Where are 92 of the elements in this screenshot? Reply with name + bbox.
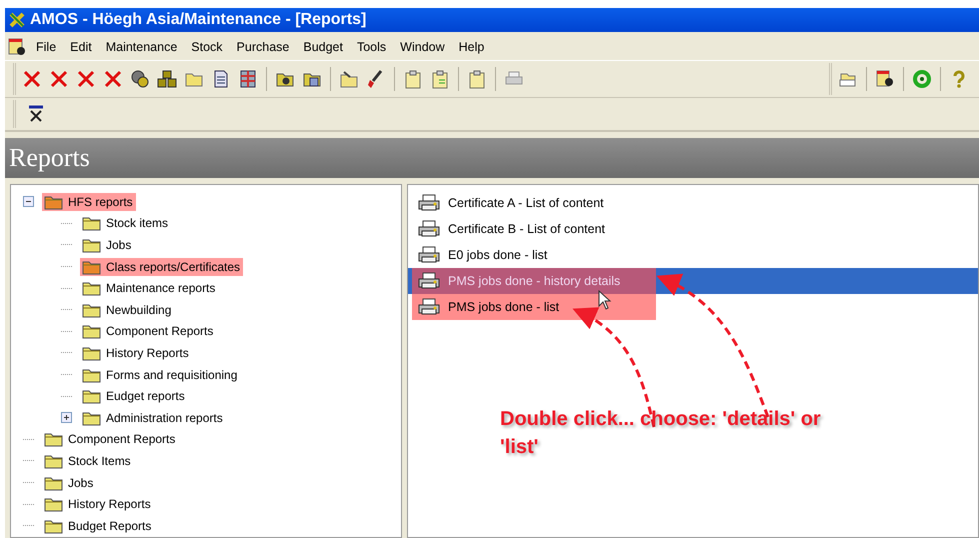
- tree-item-label: Jobs: [106, 238, 132, 252]
- report-label: PMS jobs done - list: [448, 300, 560, 314]
- collapse-toggle[interactable]: [23, 196, 34, 208]
- tree-item-label: Maintenance reports: [106, 281, 216, 296]
- document-icon[interactable]: [7, 37, 27, 57]
- annotation-highlight[interactable]: HFS reports: [42, 192, 136, 211]
- annotation-text: Double click... choose: 'details' or 'list': [500, 407, 822, 460]
- tree-item[interactable]: Budget Reports: [42, 516, 154, 535]
- menu-item[interactable]: Stock: [186, 40, 228, 54]
- printer-icon: [418, 246, 440, 264]
- menu-item[interactable]: Purchase: [232, 40, 294, 54]
- tree-item[interactable]: Administration reports: [80, 408, 226, 427]
- tree-item[interactable]: Eudget reports: [80, 387, 188, 406]
- menu-item[interactable]: Maintenance: [100, 40, 182, 54]
- folder-icon: [82, 258, 102, 275]
- cross-icon[interactable]: [49, 69, 69, 89]
- report-row[interactable]: E0 jobs done - list: [408, 242, 978, 268]
- tree-item[interactable]: Jobs: [42, 474, 96, 492]
- tree-item-label: Eudget reports: [106, 389, 185, 404]
- folder-icon: [44, 474, 64, 491]
- menu-item[interactable]: Edit: [65, 40, 97, 54]
- tree-item-label: Component Reports: [106, 324, 214, 338]
- report-label: Certificate A - List of content: [448, 196, 604, 210]
- tree-item-label: Jobs: [68, 476, 94, 490]
- cross-icon[interactable]: [76, 69, 96, 89]
- tree-item[interactable]: History Reports: [42, 495, 154, 514]
- tree-item[interactable]: Maintenance reports: [80, 279, 218, 298]
- tree-item[interactable]: Component Reports: [80, 322, 216, 340]
- tree-item[interactable]: Newbuilding: [80, 300, 174, 319]
- tree-item-label: Newbuilding: [106, 302, 172, 317]
- folder-icon: [82, 410, 102, 426]
- folder-icon: [82, 236, 102, 253]
- report-label: E0 jobs done - list: [448, 248, 548, 262]
- menu-item[interactable]: Budget: [298, 40, 348, 54]
- boxes-icon[interactable]: [157, 69, 177, 89]
- report-row[interactable]: Certificate A - List of content: [408, 190, 978, 216]
- tree-item-label: Class reports/Certificates: [106, 260, 240, 274]
- folder-icon: [44, 496, 64, 512]
- folder-icon: [82, 302, 102, 318]
- tree-item[interactable]: Stock items: [80, 214, 172, 232]
- menu-item[interactable]: Tools: [352, 40, 392, 54]
- mouse-cursor-icon: [598, 290, 612, 310]
- clipboard-icon[interactable]: [403, 69, 423, 89]
- app-icon: [8, 11, 26, 29]
- report-row[interactable]: Certificate B - List of content: [408, 216, 978, 242]
- tree-item-label: Stock items: [106, 216, 168, 230]
- gear-icon[interactable]: [130, 69, 150, 89]
- tree-item[interactable]: History Reports: [80, 344, 192, 362]
- cross-icon[interactable]: [22, 69, 42, 89]
- printer-icon: [418, 298, 440, 316]
- tree-item[interactable]: Component Reports: [42, 430, 178, 448]
- folder-icon: [82, 388, 102, 404]
- tree-item[interactable]: Jobs: [80, 236, 134, 254]
- report-label: Certificate B - List of content: [448, 222, 606, 236]
- tree-item-label: Budget Reports: [68, 518, 152, 533]
- folder-icon: [44, 194, 64, 210]
- folder-icon: [82, 215, 102, 232]
- calendar-icon[interactable]: [875, 69, 895, 89]
- tree-item-label: History Reports: [106, 346, 189, 360]
- folder-icon: [82, 344, 102, 361]
- folder-icon: [44, 452, 64, 469]
- printer-icon: [418, 272, 440, 290]
- folder-icon: [44, 518, 64, 534]
- folder-icon: [82, 366, 102, 383]
- menu-item[interactable]: Help: [454, 40, 490, 54]
- clipboard-icon[interactable]: [430, 69, 450, 89]
- menu-item[interactable]: File: [31, 40, 62, 54]
- printer-icon: [418, 194, 440, 212]
- clipboard-icon[interactable]: [467, 69, 487, 89]
- report-label: PMS jobs done - history details: [448, 274, 620, 288]
- grid-icon[interactable]: [238, 69, 258, 89]
- filter-clear-icon[interactable]: [26, 104, 46, 124]
- folder-icon: [44, 431, 64, 448]
- tree-item-label: Administration reports: [106, 410, 223, 425]
- window-title: AMOS - Höegh Asia/Maintenance - [Reports]: [30, 11, 366, 29]
- expand-toggle[interactable]: [61, 412, 72, 424]
- tree-item[interactable]: Stock Items: [42, 452, 134, 470]
- tree-item-label: Component Reports: [68, 432, 176, 446]
- tree-item[interactable]: Forms and requisitioning: [80, 366, 240, 384]
- report-row[interactable]: PMS jobs done - list: [408, 294, 978, 320]
- tree-item-label: HFS reports: [68, 194, 133, 209]
- folder-icon: [82, 323, 102, 340]
- printer-icon: [418, 220, 440, 238]
- tree-item-label: Forms and requisitioning: [106, 368, 238, 382]
- tree-item-label: Stock Items: [68, 454, 131, 468]
- section-title: Reports: [8, 143, 90, 173]
- tree-item-label: History Reports: [68, 497, 151, 512]
- cross-icon[interactable]: [103, 69, 123, 89]
- annotation-highlight[interactable]: Class reports/Certificates: [80, 258, 244, 276]
- menu-item[interactable]: Window: [395, 40, 450, 54]
- folder-icon[interactable]: [339, 69, 359, 89]
- folder-icon: [82, 280, 102, 296]
